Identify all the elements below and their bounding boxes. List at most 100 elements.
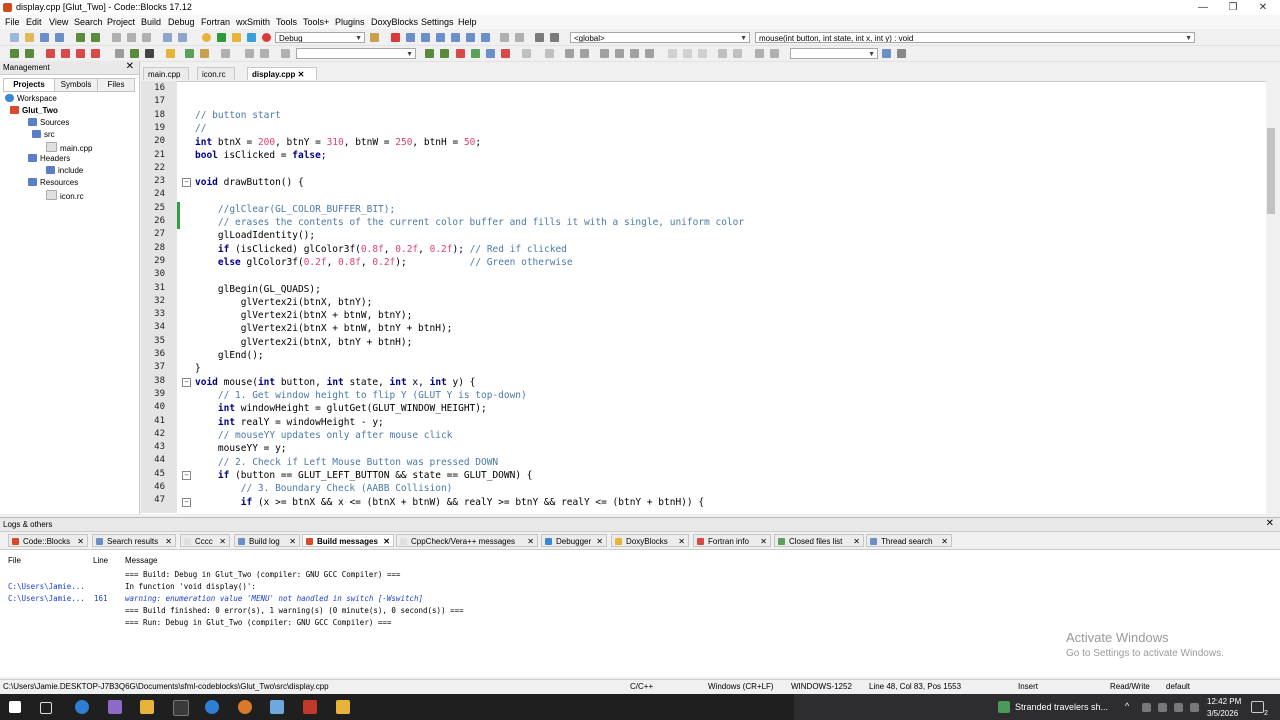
open-file-icon[interactable] — [25, 33, 34, 42]
volume-icon[interactable] — [1174, 703, 1183, 712]
run-to-cursor-icon[interactable] — [406, 33, 415, 42]
build-target-select[interactable]: Debug ▼ — [275, 32, 365, 43]
wifi-icon[interactable] — [1158, 703, 1167, 712]
tree-main-cpp[interactable]: main.cpp — [46, 142, 92, 153]
arrow-right-icon[interactable] — [260, 49, 269, 58]
nav-back-icon[interactable] — [425, 49, 434, 58]
weather-icon[interactable] — [998, 701, 1010, 713]
layout-2-icon[interactable] — [565, 49, 574, 58]
tree-sources[interactable]: Sources — [28, 118, 69, 127]
menu-debug[interactable]: Debug — [168, 17, 195, 27]
menu-edit[interactable]: Edit — [26, 17, 42, 27]
menu-view[interactable]: View — [49, 17, 68, 27]
toggle-bookmark-icon[interactable] — [46, 49, 55, 58]
abort-icon[interactable] — [262, 33, 271, 42]
jump-back-icon[interactable] — [10, 49, 19, 58]
menu-plugins[interactable]: Plugins — [335, 17, 365, 27]
nav-forward-icon[interactable] — [440, 49, 449, 58]
tab-debugger[interactable]: Debugger ✕ — [541, 534, 607, 547]
search-tools-icon[interactable] — [281, 49, 290, 58]
doxy-run-icon[interactable] — [456, 49, 465, 58]
menu-fortran[interactable]: Fortran — [201, 17, 230, 27]
build-gear-icon[interactable] — [202, 33, 211, 42]
layout-7-icon[interactable] — [645, 49, 654, 58]
toggle-comment-icon[interactable] — [145, 49, 154, 58]
save-icon[interactable] — [40, 33, 49, 42]
tab-cppcheck[interactable]: CppCheck/Vera++ messages ✕ — [396, 534, 538, 547]
highlight-icon[interactable] — [166, 49, 175, 58]
save-all-icon[interactable] — [55, 33, 64, 42]
cut-icon[interactable] — [112, 33, 121, 42]
pen-icon[interactable] — [221, 49, 230, 58]
media-icon[interactable] — [303, 700, 317, 714]
replace-icon[interactable] — [178, 33, 187, 42]
column-header-file[interactable]: File — [8, 556, 21, 565]
menu-help[interactable]: Help — [458, 17, 477, 27]
undo-icon[interactable] — [76, 33, 85, 42]
doxy-icon[interactable] — [200, 49, 209, 58]
target-options-icon[interactable] — [370, 33, 379, 42]
zoom-out-icon[interactable] — [733, 49, 742, 58]
uncomment-icon[interactable] — [130, 49, 139, 58]
scope-select[interactable]: <global> ▼ — [570, 32, 750, 43]
app-icon[interactable] — [108, 700, 122, 714]
next-line-icon[interactable] — [421, 33, 430, 42]
debug-windows-icon[interactable] — [535, 33, 544, 42]
tab-thread-search[interactable]: Thread search ✕ — [866, 534, 952, 547]
log-message[interactable]: === Run: Debug in Glut_Two (compiler: GN… — [125, 618, 391, 627]
tab-build-log[interactable]: Build log ✕ — [234, 534, 300, 547]
menu-file[interactable]: File — [5, 17, 20, 27]
fold-toggle[interactable]: − — [182, 378, 191, 387]
tree-headers[interactable]: Headers — [28, 154, 70, 163]
toolbar-search-combo[interactable]: ▼ — [296, 48, 416, 59]
management-close-button[interactable]: ✕ — [126, 61, 134, 72]
wx-icon-3[interactable] — [698, 49, 707, 58]
log-message[interactable]: === Build finished: 0 error(s), 1 warnin… — [125, 606, 464, 615]
wx-icon-2[interactable] — [683, 49, 692, 58]
thread-search-options-icon[interactable] — [897, 49, 906, 58]
tab-icon-rc[interactable]: icon.rc — [197, 67, 235, 80]
log-message[interactable]: warning: enumeration value 'MENU' not ha… — [125, 594, 423, 603]
clear-bookmarks-icon[interactable] — [91, 49, 100, 58]
vlc-icon[interactable] — [336, 700, 350, 714]
format-icon[interactable] — [522, 49, 531, 58]
layout-1-icon[interactable] — [545, 49, 554, 58]
tab-close-icon[interactable]: ✕ — [298, 70, 305, 79]
log-file[interactable]: C:\Users\Jamie... — [8, 582, 85, 591]
minimize-button[interactable]: — — [1188, 0, 1218, 15]
zoom-in-icon[interactable] — [718, 49, 727, 58]
doxy-html-icon[interactable] — [486, 49, 495, 58]
column-header-line[interactable]: Line — [93, 556, 108, 565]
network-icon[interactable] — [1142, 703, 1151, 712]
tab-display-cpp[interactable]: display.cpp ✕ — [247, 67, 317, 80]
tree-workspace[interactable]: Workspace — [5, 94, 57, 103]
notification-icon[interactable] — [1251, 701, 1264, 713]
fold-toggle[interactable]: − — [182, 471, 191, 480]
jump-forward-icon[interactable] — [25, 49, 34, 58]
maximize-button[interactable]: ❐ — [1218, 0, 1248, 15]
doxy-chm-icon[interactable] — [501, 49, 510, 58]
notepad-icon[interactable] — [270, 700, 284, 714]
menu-tools[interactable]: Tools — [276, 17, 297, 27]
debug-run-icon[interactable] — [391, 33, 400, 42]
task-view-icon[interactable] — [40, 702, 52, 714]
menu-build[interactable]: Build — [141, 17, 161, 27]
find-icon[interactable] — [163, 33, 172, 42]
github-icon[interactable] — [173, 700, 189, 716]
paste-icon[interactable] — [142, 33, 151, 42]
tree-resources[interactable]: Resources — [28, 178, 78, 187]
step-out-icon[interactable] — [451, 33, 460, 42]
step-into-icon[interactable] — [436, 33, 445, 42]
layout-5-icon[interactable] — [615, 49, 624, 58]
debug-info-icon[interactable] — [550, 33, 559, 42]
editor-scrollbar-thumb[interactable] — [1267, 128, 1275, 214]
tree-src[interactable]: src — [32, 130, 55, 139]
tree-icon-rc[interactable]: icon.rc — [46, 190, 84, 201]
next-instruction-icon[interactable] — [466, 33, 475, 42]
new-file-icon[interactable] — [10, 33, 19, 42]
comment-icon[interactable] — [115, 49, 124, 58]
clock-time[interactable]: 12:42 PM — [1207, 697, 1241, 706]
fold-toggle[interactable]: − — [182, 498, 191, 507]
copy-icon[interactable] — [127, 33, 136, 42]
logs-close-button[interactable]: ✕ — [1266, 518, 1274, 529]
